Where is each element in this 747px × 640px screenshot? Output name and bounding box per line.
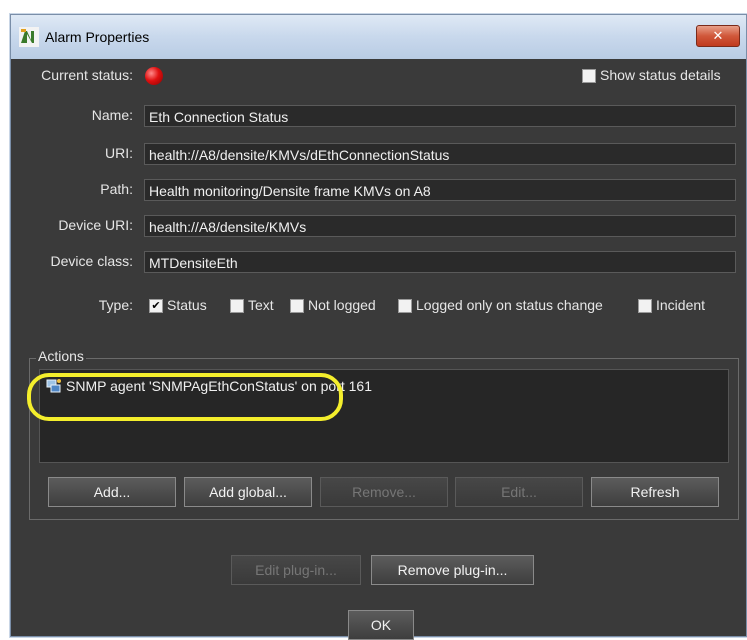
close-button[interactable]: ✕ xyxy=(696,25,740,47)
type-logged-on-change-label[interactable]: Logged only on status change xyxy=(416,297,603,313)
refresh-button[interactable]: Refresh xyxy=(591,477,719,507)
alarm-properties-window: Alarm Properties ✕ Current status: Show … xyxy=(10,14,747,640)
type-status-checkbox[interactable]: ✔ xyxy=(149,299,163,313)
name-field[interactable]: Eth Connection Status xyxy=(144,105,736,127)
type-label: Type: xyxy=(98,297,133,313)
device-uri-field[interactable]: health://A8/densite/KMVs xyxy=(144,215,736,237)
show-status-details-label[interactable]: Show status details xyxy=(600,67,721,83)
highlight-annotation xyxy=(27,373,343,421)
uri-field[interactable]: health://A8/densite/KMVs/dEthConnectionS… xyxy=(144,143,736,165)
device-class-label: Device class: xyxy=(50,253,133,269)
window-title: Alarm Properties xyxy=(45,29,150,45)
status-indicator-icon xyxy=(145,67,163,85)
device-class-field[interactable]: MTDensiteEth xyxy=(144,251,736,273)
add-button[interactable]: Add... xyxy=(48,477,176,507)
name-label: Name: xyxy=(91,107,133,123)
edit-button[interactable]: Edit... xyxy=(455,477,583,507)
actions-legend: Actions xyxy=(36,348,86,364)
show-status-details-checkbox[interactable] xyxy=(582,69,596,83)
device-uri-label: Device URI: xyxy=(58,217,133,233)
path-label: Path: xyxy=(100,181,133,197)
type-logged-on-change-checkbox[interactable] xyxy=(398,299,412,313)
current-status-label: Current status: xyxy=(41,67,133,83)
app-logo-icon xyxy=(19,27,39,47)
dialog-body: Current status: Show status details Name… xyxy=(11,59,746,640)
type-not-logged-checkbox[interactable] xyxy=(290,299,304,313)
title-bar[interactable]: Alarm Properties ✕ xyxy=(11,15,746,59)
close-icon: ✕ xyxy=(712,28,724,43)
ok-button[interactable]: OK xyxy=(348,610,414,640)
edit-plugin-button[interactable]: Edit plug-in... xyxy=(231,555,361,585)
uri-label: URI: xyxy=(105,145,133,161)
type-incident-checkbox[interactable] xyxy=(638,299,652,313)
remove-plugin-button[interactable]: Remove plug-in... xyxy=(371,555,534,585)
add-global-button[interactable]: Add global... xyxy=(184,477,312,507)
path-field[interactable]: Health monitoring/Densite frame KMVs on … xyxy=(144,179,736,201)
type-status-label[interactable]: Status xyxy=(167,297,207,313)
type-not-logged-label[interactable]: Not logged xyxy=(308,297,376,313)
type-text-checkbox[interactable] xyxy=(230,299,244,313)
type-text-label[interactable]: Text xyxy=(248,297,274,313)
type-incident-label[interactable]: Incident xyxy=(656,297,705,313)
remove-button[interactable]: Remove... xyxy=(320,477,448,507)
